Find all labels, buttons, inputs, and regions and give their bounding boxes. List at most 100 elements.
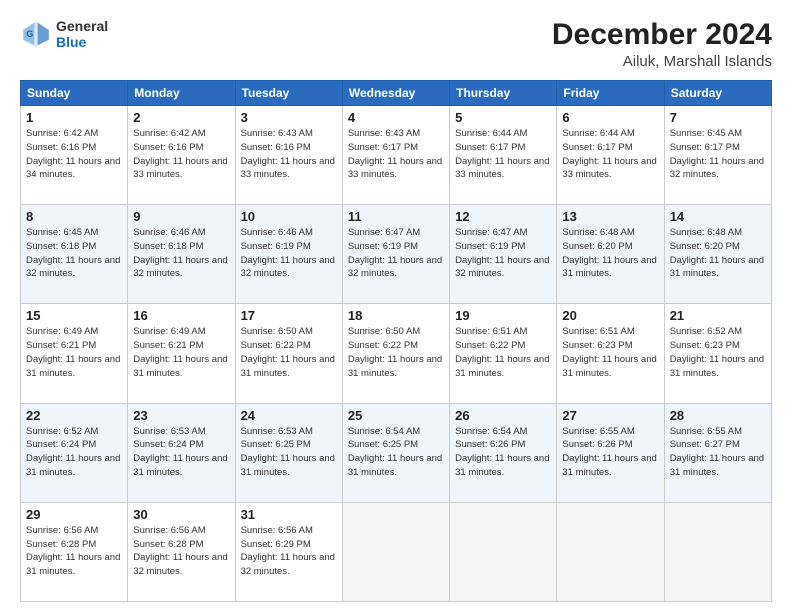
day-info: Sunrise: 6:48 AM Sunset: 6:20 PM Dayligh… — [562, 226, 658, 281]
sunset-text: Sunset: 6:20 PM — [670, 241, 740, 252]
day-number: 26 — [455, 408, 551, 423]
day-info: Sunrise: 6:44 AM Sunset: 6:17 PM Dayligh… — [562, 127, 658, 182]
daylight-text: Daylight: 11 hours and 31 minutes. — [348, 354, 442, 379]
day-number: 19 — [455, 308, 551, 323]
sunrise-text: Sunrise: 6:48 AM — [670, 227, 742, 238]
sunset-text: Sunset: 6:28 PM — [26, 539, 96, 550]
day-info: Sunrise: 6:49 AM Sunset: 6:21 PM Dayligh… — [26, 325, 122, 380]
day-info: Sunrise: 6:46 AM Sunset: 6:18 PM Dayligh… — [133, 226, 229, 281]
sunset-text: Sunset: 6:26 PM — [562, 439, 632, 450]
sunrise-text: Sunrise: 6:43 AM — [241, 128, 313, 139]
sunrise-text: Sunrise: 6:52 AM — [670, 326, 742, 337]
daylight-text: Daylight: 11 hours and 31 minutes. — [455, 453, 549, 478]
table-row: 29 Sunrise: 6:56 AM Sunset: 6:28 PM Dayl… — [21, 502, 128, 601]
day-number: 6 — [562, 110, 658, 125]
sunset-text: Sunset: 6:29 PM — [241, 539, 311, 550]
daylight-text: Daylight: 11 hours and 33 minutes. — [133, 156, 227, 181]
daylight-text: Daylight: 11 hours and 31 minutes. — [562, 354, 656, 379]
calendar-week-row: 29 Sunrise: 6:56 AM Sunset: 6:28 PM Dayl… — [21, 502, 772, 601]
daylight-text: Daylight: 11 hours and 32 minutes. — [133, 552, 227, 577]
daylight-text: Daylight: 11 hours and 31 minutes. — [26, 552, 120, 577]
day-info: Sunrise: 6:49 AM Sunset: 6:21 PM Dayligh… — [133, 325, 229, 380]
day-info: Sunrise: 6:56 AM Sunset: 6:28 PM Dayligh… — [133, 524, 229, 579]
day-number: 12 — [455, 209, 551, 224]
sunrise-text: Sunrise: 6:49 AM — [26, 326, 98, 337]
daylight-text: Daylight: 11 hours and 32 minutes. — [241, 255, 335, 280]
sunset-text: Sunset: 6:22 PM — [348, 340, 418, 351]
sunrise-text: Sunrise: 6:46 AM — [133, 227, 205, 238]
sunrise-text: Sunrise: 6:42 AM — [133, 128, 205, 139]
day-number: 7 — [670, 110, 766, 125]
day-info: Sunrise: 6:43 AM Sunset: 6:16 PM Dayligh… — [241, 127, 337, 182]
daylight-text: Daylight: 11 hours and 31 minutes. — [670, 453, 764, 478]
table-row: 7 Sunrise: 6:45 AM Sunset: 6:17 PM Dayli… — [664, 106, 771, 205]
day-number: 27 — [562, 408, 658, 423]
daylight-text: Daylight: 11 hours and 32 minutes. — [348, 255, 442, 280]
day-number: 9 — [133, 209, 229, 224]
logo-line1: General — [56, 18, 108, 34]
page: G General Blue December 2024 Ailuk, Mars… — [0, 0, 792, 612]
logo-line2: Blue — [56, 34, 108, 50]
table-row: 11 Sunrise: 6:47 AM Sunset: 6:19 PM Dayl… — [342, 205, 449, 304]
day-number: 10 — [241, 209, 337, 224]
table-row: 14 Sunrise: 6:48 AM Sunset: 6:20 PM Dayl… — [664, 205, 771, 304]
sunrise-text: Sunrise: 6:56 AM — [26, 525, 98, 536]
sunset-text: Sunset: 6:24 PM — [26, 439, 96, 450]
sunset-text: Sunset: 6:26 PM — [455, 439, 525, 450]
sunrise-text: Sunrise: 6:49 AM — [133, 326, 205, 337]
table-row: 26 Sunrise: 6:54 AM Sunset: 6:26 PM Dayl… — [450, 403, 557, 502]
day-number: 24 — [241, 408, 337, 423]
day-info: Sunrise: 6:52 AM Sunset: 6:23 PM Dayligh… — [670, 325, 766, 380]
table-row — [557, 502, 664, 601]
table-row: 8 Sunrise: 6:45 AM Sunset: 6:18 PM Dayli… — [21, 205, 128, 304]
sunrise-text: Sunrise: 6:46 AM — [241, 227, 313, 238]
daylight-text: Daylight: 11 hours and 33 minutes. — [241, 156, 335, 181]
sunset-text: Sunset: 6:19 PM — [241, 241, 311, 252]
daylight-text: Daylight: 11 hours and 32 minutes. — [455, 255, 549, 280]
sunrise-text: Sunrise: 6:50 AM — [348, 326, 420, 337]
day-info: Sunrise: 6:51 AM Sunset: 6:23 PM Dayligh… — [562, 325, 658, 380]
table-row: 24 Sunrise: 6:53 AM Sunset: 6:25 PM Dayl… — [235, 403, 342, 502]
daylight-text: Daylight: 11 hours and 34 minutes. — [26, 156, 120, 181]
day-number: 31 — [241, 507, 337, 522]
daylight-text: Daylight: 11 hours and 32 minutes. — [133, 255, 227, 280]
day-info: Sunrise: 6:43 AM Sunset: 6:17 PM Dayligh… — [348, 127, 444, 182]
day-number: 2 — [133, 110, 229, 125]
table-row: 1 Sunrise: 6:42 AM Sunset: 6:16 PM Dayli… — [21, 106, 128, 205]
sunset-text: Sunset: 6:19 PM — [348, 241, 418, 252]
day-number: 13 — [562, 209, 658, 224]
sunrise-text: Sunrise: 6:45 AM — [670, 128, 742, 139]
sunset-text: Sunset: 6:21 PM — [26, 340, 96, 351]
col-saturday: Saturday — [664, 81, 771, 106]
table-row — [664, 502, 771, 601]
day-number: 18 — [348, 308, 444, 323]
table-row: 9 Sunrise: 6:46 AM Sunset: 6:18 PM Dayli… — [128, 205, 235, 304]
sunset-text: Sunset: 6:25 PM — [241, 439, 311, 450]
logo-text: General Blue — [56, 18, 108, 50]
sunrise-text: Sunrise: 6:54 AM — [348, 426, 420, 437]
day-number: 11 — [348, 209, 444, 224]
logo-icon: G — [20, 18, 52, 50]
sunset-text: Sunset: 6:17 PM — [455, 142, 525, 153]
day-number: 17 — [241, 308, 337, 323]
sunrise-text: Sunrise: 6:48 AM — [562, 227, 634, 238]
day-info: Sunrise: 6:54 AM Sunset: 6:26 PM Dayligh… — [455, 425, 551, 480]
daylight-text: Daylight: 11 hours and 31 minutes. — [670, 354, 764, 379]
table-row: 5 Sunrise: 6:44 AM Sunset: 6:17 PM Dayli… — [450, 106, 557, 205]
sunrise-text: Sunrise: 6:47 AM — [348, 227, 420, 238]
sunset-text: Sunset: 6:17 PM — [348, 142, 418, 153]
daylight-text: Daylight: 11 hours and 33 minutes. — [455, 156, 549, 181]
day-info: Sunrise: 6:48 AM Sunset: 6:20 PM Dayligh… — [670, 226, 766, 281]
sunrise-text: Sunrise: 6:42 AM — [26, 128, 98, 139]
day-info: Sunrise: 6:50 AM Sunset: 6:22 PM Dayligh… — [348, 325, 444, 380]
table-row: 27 Sunrise: 6:55 AM Sunset: 6:26 PM Dayl… — [557, 403, 664, 502]
col-tuesday: Tuesday — [235, 81, 342, 106]
sunrise-text: Sunrise: 6:55 AM — [670, 426, 742, 437]
table-row: 25 Sunrise: 6:54 AM Sunset: 6:25 PM Dayl… — [342, 403, 449, 502]
day-info: Sunrise: 6:54 AM Sunset: 6:25 PM Dayligh… — [348, 425, 444, 480]
daylight-text: Daylight: 11 hours and 33 minutes. — [348, 156, 442, 181]
daylight-text: Daylight: 11 hours and 31 minutes. — [133, 453, 227, 478]
sunrise-text: Sunrise: 6:53 AM — [133, 426, 205, 437]
table-row: 10 Sunrise: 6:46 AM Sunset: 6:19 PM Dayl… — [235, 205, 342, 304]
table-row: 12 Sunrise: 6:47 AM Sunset: 6:19 PM Dayl… — [450, 205, 557, 304]
